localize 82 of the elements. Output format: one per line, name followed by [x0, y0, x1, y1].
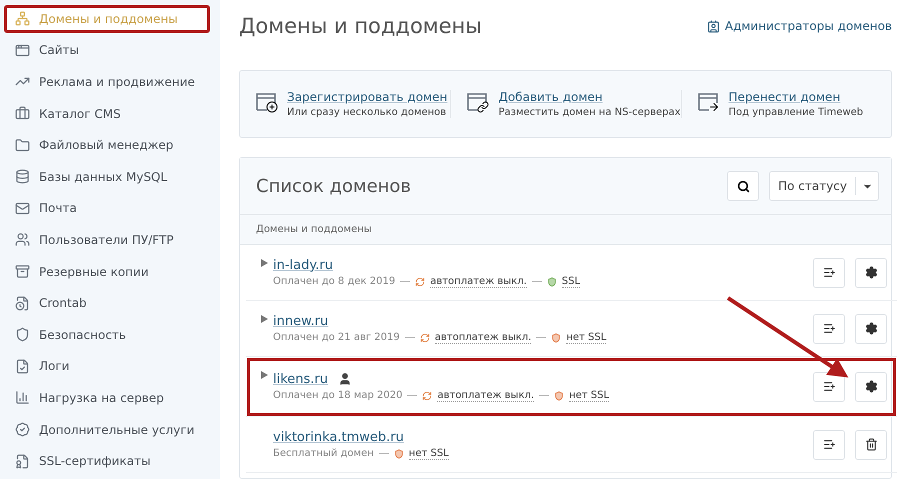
ssl-text[interactable]: нет SSL	[408, 448, 449, 460]
refresh-icon	[420, 332, 430, 342]
add-to-list-button[interactable]	[813, 258, 845, 288]
sidebar-item[interactable]: SSL-сертификаты	[4, 447, 210, 475]
file-clock-icon	[15, 296, 30, 311]
briefcase-icon	[15, 106, 30, 122]
expand-icon[interactable]	[261, 371, 268, 379]
settings-icon	[864, 266, 878, 279]
badge-check-icon	[15, 422, 30, 438]
action-link[interactable]: Зарегистрировать домен	[287, 90, 448, 104]
domain-link[interactable]: viktorinka.tmweb.ru	[273, 430, 404, 444]
domain-link[interactable]: in-lady.ru	[273, 258, 333, 272]
sidebar-item[interactable]: Каталог CMS	[4, 100, 210, 128]
sitemap-icon	[15, 11, 30, 26]
sidebar-item[interactable]: Crontab	[4, 289, 210, 317]
window-arrow-icon	[696, 90, 720, 114]
settings-icon	[864, 380, 878, 393]
settings-button[interactable]	[855, 372, 887, 402]
status-text: Оплачен до 8 дек 2019	[273, 276, 396, 287]
window-plus-icon	[254, 90, 278, 114]
file-check-icon	[15, 358, 30, 374]
group-label: Домены и поддомены	[240, 215, 891, 245]
settings-button[interactable]	[855, 314, 887, 344]
delete-button[interactable]	[855, 430, 887, 460]
contact-card-icon	[706, 20, 720, 32]
domain-link[interactable]: innew.ru	[273, 314, 328, 328]
sidebar-item[interactable]: Файловый менеджер	[4, 131, 210, 159]
list-plus-icon	[822, 266, 836, 279]
certificate-icon	[15, 454, 30, 469]
sidebar-item[interactable]: Безопасность	[4, 320, 210, 349]
search-button[interactable]	[727, 171, 760, 201]
folder-icon	[15, 138, 30, 153]
refresh-icon	[422, 390, 432, 400]
window-link-icon	[465, 90, 490, 114]
list-plus-icon	[822, 438, 836, 451]
sidebar-item[interactable]: Почта	[4, 194, 210, 222]
mailbox-icon	[15, 200, 30, 216]
shield-icon	[15, 327, 30, 342]
bar-chart-icon	[15, 390, 30, 406]
refresh-icon	[415, 276, 426, 286]
action-subtitle: Разместить домен на NS-серверах	[498, 107, 681, 118]
status-text: Бесплатный домен	[273, 448, 374, 459]
sidebar-item[interactable]: Базы данных MySQL	[4, 162, 210, 191]
sidebar-item[interactable]: Резервные копии	[4, 258, 210, 286]
database-icon	[15, 169, 30, 184]
status-text: Оплачен до 21 авг 2019	[273, 332, 400, 343]
list-plus-icon	[822, 380, 836, 393]
sidebar-item[interactable]: Логи	[4, 352, 210, 380]
status-text: Оплачен до 18 мар 2020	[273, 390, 402, 401]
sidebar-item[interactable]: Сайты	[4, 36, 210, 64]
action-link[interactable]: Добавить домен	[498, 90, 681, 104]
trash-icon	[864, 438, 878, 451]
autopay-text[interactable]: автоплатеж выкл.	[430, 276, 527, 288]
settings-button[interactable]	[855, 258, 887, 288]
sidebar-item[interactable]: Реклама и продвижение	[4, 68, 210, 96]
window-icon	[15, 42, 30, 58]
list-title: Список доменов	[256, 176, 412, 196]
sidebar-item[interactable]: Дополнительные услуги	[4, 416, 210, 444]
sidebar-item[interactable]: Нагрузка на сервер	[4, 384, 210, 412]
action-subtitle: Или сразу несколько доменов	[287, 107, 448, 118]
archive-icon	[15, 264, 30, 280]
admins-link[interactable]: Администраторы доменов	[706, 19, 892, 33]
autopay-text[interactable]: автоплатеж выкл.	[437, 390, 534, 402]
status-filter[interactable]: По статусу	[769, 171, 879, 201]
action-subtitle: Под управление Timeweb	[728, 107, 864, 118]
expand-icon[interactable]	[261, 315, 268, 323]
add-to-list-button[interactable]	[813, 372, 845, 402]
autopay-text[interactable]: автоплатеж выкл.	[434, 332, 532, 344]
users-icon	[15, 232, 30, 248]
action-link[interactable]: Перенести домен	[728, 90, 864, 104]
ssl-text[interactable]: SSL	[562, 276, 580, 288]
add-to-list-button[interactable]	[813, 430, 845, 460]
list-plus-icon	[822, 322, 836, 335]
page-title: Домены и поддомены	[239, 14, 482, 38]
ssl-text[interactable]: нет SSL	[569, 390, 610, 402]
expand-icon[interactable]	[261, 259, 268, 267]
ssl-text[interactable]: нет SSL	[566, 332, 606, 344]
domain-link[interactable]: likens.ru	[273, 372, 328, 386]
settings-icon	[864, 322, 878, 335]
add-to-list-button[interactable]	[813, 314, 845, 344]
sidebar-item[interactable]: Пользователи ПУ/FTP	[4, 226, 210, 254]
search-icon	[736, 180, 750, 192]
